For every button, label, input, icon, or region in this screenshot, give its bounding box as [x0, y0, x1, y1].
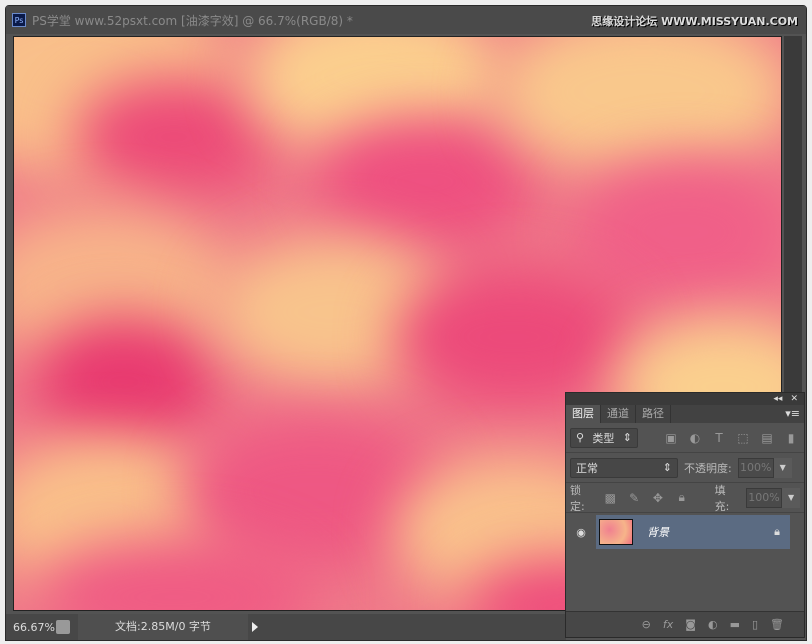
status-bar: 66.67% 文档:2.85M/0 字节 [6, 614, 566, 640]
fill-input[interactable]: 100% [746, 487, 783, 508]
fx-icon[interactable]: fx [663, 618, 673, 631]
document-info: 文档:2.85M/0 字节 [78, 614, 248, 640]
document-title: PS学堂 www.52psxt.com [油漆字效] @ 66.7%(RGB/8… [32, 13, 353, 28]
smart-object-filter-icon[interactable]: ▤ [758, 431, 776, 445]
delete-layer-icon[interactable]: 🗑︎ [770, 618, 784, 631]
watermark: 思缘设计论坛 WWW.MISSYUAN.COM [591, 15, 798, 28]
lock-position-icon[interactable]: ✥ [649, 491, 667, 505]
lock-image-icon[interactable]: ✎ [625, 491, 643, 505]
photoshop-icon: Ps [12, 13, 26, 27]
status-menu-arrow-icon[interactable] [252, 622, 258, 632]
adjustment-filter-icon[interactable]: ◐ [686, 431, 704, 445]
title-bar[interactable]: Ps PS学堂 www.52psxt.com [油漆字效] @ 66.7%(RG… [6, 6, 806, 34]
filter-type-select[interactable]: ⚲ 类型 ⇕ [570, 427, 638, 448]
lock-transparent-icon[interactable]: ▩ [601, 491, 619, 505]
add-mask-icon[interactable]: ◙ [685, 618, 696, 631]
lock-all-icon[interactable]: 🔒︎ [673, 490, 691, 505]
new-group-icon[interactable]: ▬ [730, 618, 740, 631]
layer-lock-icon: 🔒︎ [774, 525, 780, 538]
panel-menu-icon[interactable]: ▾≡ [785, 407, 800, 420]
zoom-level[interactable]: 66.67% [6, 621, 56, 634]
adjustment-layer-icon[interactable]: ◐ [708, 618, 718, 631]
layer-name: 背景 [647, 526, 669, 539]
layer-row[interactable]: ◉ 背景 🔒︎ [566, 515, 804, 549]
layers-panel: ◂◂ ✕ 图层 通道 路径 ▾≡ ⚲ 类型 ⇕ ▣ ◐ T ⬚ ▤ ▮ 正常 ⇕ 不透明… [565, 392, 805, 638]
opacity-label: 不透明度: [684, 461, 732, 475]
filter-toggle[interactable]: ▮ [782, 431, 800, 445]
type-filter-icon[interactable]: T [710, 431, 728, 445]
opacity-input[interactable]: 100% [737, 457, 774, 478]
fill-dropdown[interactable]: ▼ [782, 487, 801, 508]
shape-filter-icon[interactable]: ⬚ [734, 431, 752, 445]
panel-footer: ⊖ fx ◙ ◐ ▬ ▯ 🗑︎ [566, 611, 804, 637]
fill-label: 填充: [714, 483, 730, 513]
tab-paths[interactable]: 路径 [636, 405, 671, 423]
tab-channels[interactable]: 通道 [601, 405, 636, 423]
lock-label: 锁定: [570, 483, 585, 513]
new-layer-icon[interactable]: ▯ [752, 618, 758, 631]
link-layers-icon[interactable]: ⊖ [642, 618, 651, 631]
export-icon[interactable] [56, 620, 70, 634]
layer-thumbnail [599, 519, 633, 545]
collapse-icon[interactable]: ◂◂ [773, 393, 782, 405]
close-icon[interactable]: ✕ [790, 393, 798, 405]
search-icon: ⚲ [576, 431, 585, 444]
tab-layers[interactable]: 图层 [566, 405, 601, 423]
blend-mode-select[interactable]: 正常 ⇕ [570, 457, 678, 478]
image-filter-icon[interactable]: ▣ [662, 431, 680, 445]
visibility-eye-icon[interactable]: ◉ [566, 526, 596, 539]
opacity-dropdown[interactable]: ▼ [773, 457, 792, 478]
